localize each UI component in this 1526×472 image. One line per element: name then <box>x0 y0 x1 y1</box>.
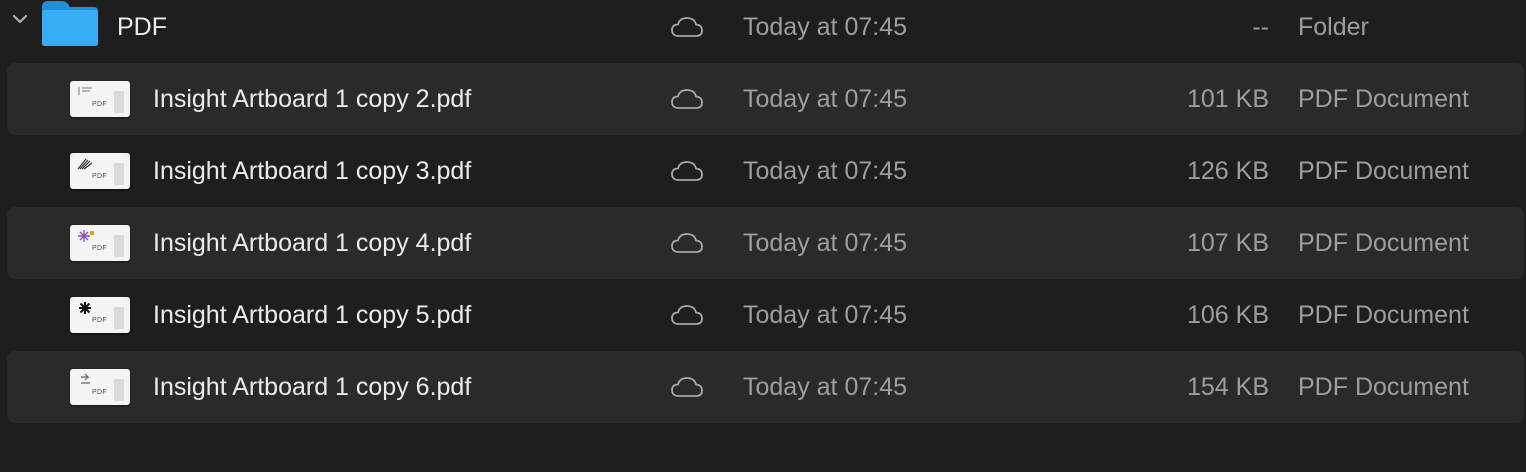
file-date: Today at 07:45 <box>743 228 908 257</box>
file-date: Today at 07:45 <box>743 372 908 401</box>
folder-date: Today at 07:45 <box>743 12 908 41</box>
cloud-icon <box>670 279 704 351</box>
file-kind: PDF Document <box>1298 300 1469 329</box>
file-size: 101 KB <box>1186 84 1269 113</box>
cloud-icon <box>670 63 704 135</box>
file-row[interactable]: PDF Insight Artboard 1 copy 6.pdf Today … <box>0 351 1526 423</box>
folder-size: -- <box>1252 12 1269 41</box>
file-size: 154 KB <box>1186 372 1269 401</box>
folder-row-pdf[interactable]: PDF Today at 07:45 -- Folder <box>0 0 1526 63</box>
file-size: 126 KB <box>1186 156 1269 185</box>
pdf-file-icon: PDF <box>70 369 130 405</box>
file-name: Insight Artboard 1 copy 6.pdf <box>153 372 472 401</box>
finder-list-view: PDF Today at 07:45 -- Folder PDF Insight… <box>0 0 1526 472</box>
pdf-file-icon: PDF <box>70 225 130 261</box>
folder-kind: Folder <box>1298 12 1369 41</box>
file-kind: PDF Document <box>1298 228 1469 257</box>
file-date: Today at 07:45 <box>743 84 908 113</box>
file-date: Today at 07:45 <box>743 156 908 185</box>
pdf-file-icon: PDF <box>70 153 130 189</box>
file-size: 106 KB <box>1186 300 1269 329</box>
file-kind: PDF Document <box>1298 156 1469 185</box>
pdf-file-icon: PDF <box>70 81 130 117</box>
pdf-file-icon: PDF <box>70 297 130 333</box>
file-kind: PDF Document <box>1298 84 1469 113</box>
file-size: 107 KB <box>1186 228 1269 257</box>
file-row[interactable]: PDF Insight Artboard 1 copy 4.pdf Today … <box>0 207 1526 279</box>
folder-name: PDF <box>117 12 167 41</box>
file-kind: PDF Document <box>1298 372 1469 401</box>
chevron-down-icon[interactable] <box>10 0 30 38</box>
cloud-icon <box>670 207 704 279</box>
folder-icon <box>40 0 100 52</box>
file-date: Today at 07:45 <box>743 300 908 329</box>
cloud-icon <box>670 135 704 207</box>
file-row[interactable]: PDF Insight Artboard 1 copy 2.pdf Today … <box>0 63 1526 135</box>
cloud-icon <box>670 0 704 63</box>
file-name: Insight Artboard 1 copy 3.pdf <box>153 156 472 185</box>
file-name: Insight Artboard 1 copy 4.pdf <box>153 228 472 257</box>
file-row[interactable]: PDF Insight Artboard 1 copy 3.pdf Today … <box>0 135 1526 207</box>
file-name: Insight Artboard 1 copy 2.pdf <box>153 84 472 113</box>
file-row[interactable]: PDF Insight Artboard 1 copy 5.pdf Today … <box>0 279 1526 351</box>
file-name: Insight Artboard 1 copy 5.pdf <box>153 300 472 329</box>
cloud-icon <box>670 351 704 423</box>
